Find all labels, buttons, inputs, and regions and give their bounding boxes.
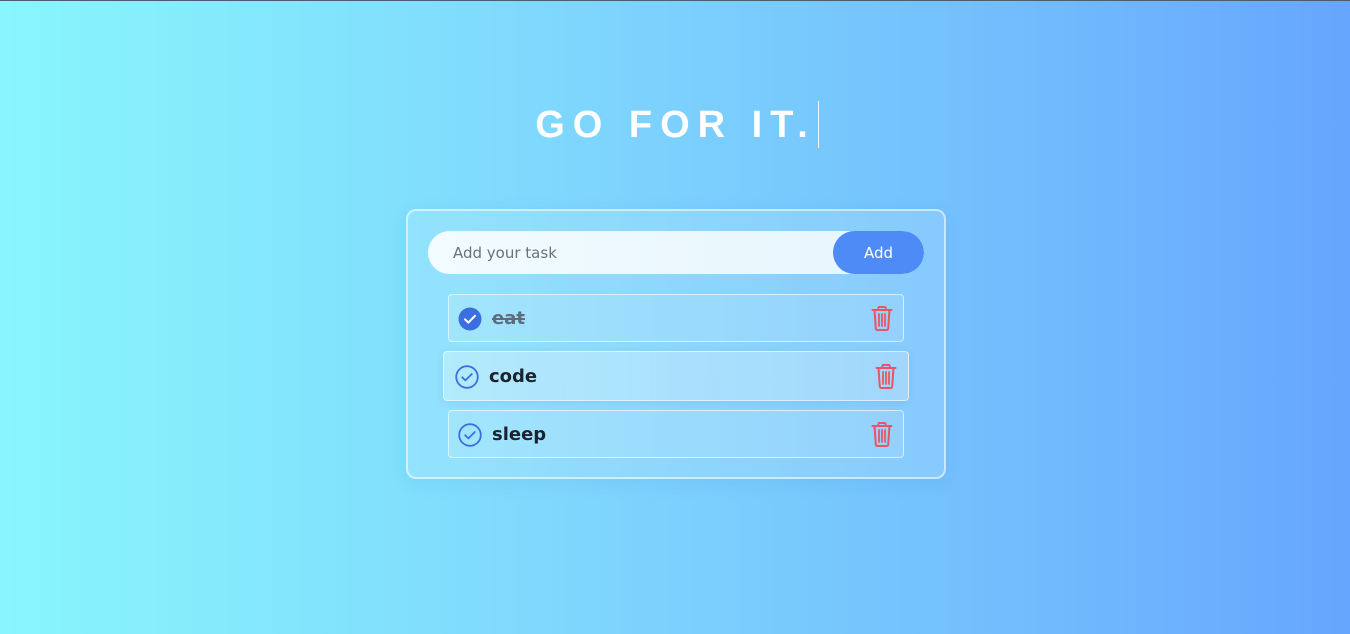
task-item-code[interactable]: code	[443, 351, 909, 401]
text-cursor	[817, 101, 819, 148]
check-circle-icon[interactable]	[458, 423, 482, 447]
task-item-eat[interactable]: eat	[448, 294, 904, 342]
task-input[interactable]	[428, 231, 838, 274]
check-circle-icon[interactable]	[455, 365, 479, 389]
headline: GO FOR IT.	[0, 101, 1350, 149]
check-circle-icon[interactable]	[458, 307, 482, 331]
task-label: sleep	[492, 424, 547, 445]
add-button[interactable]: Add	[833, 231, 924, 274]
add-task-form: Add	[428, 231, 924, 274]
trash-icon[interactable]	[871, 422, 893, 447]
todo-card: Add eat co	[406, 209, 946, 479]
task-label: eat	[492, 308, 525, 329]
task-item-sleep[interactable]: sleep	[448, 410, 904, 458]
trash-icon[interactable]	[871, 306, 893, 331]
page-title: GO FOR IT.	[535, 104, 816, 146]
trash-icon[interactable]	[875, 364, 897, 389]
task-label: code	[489, 366, 538, 387]
